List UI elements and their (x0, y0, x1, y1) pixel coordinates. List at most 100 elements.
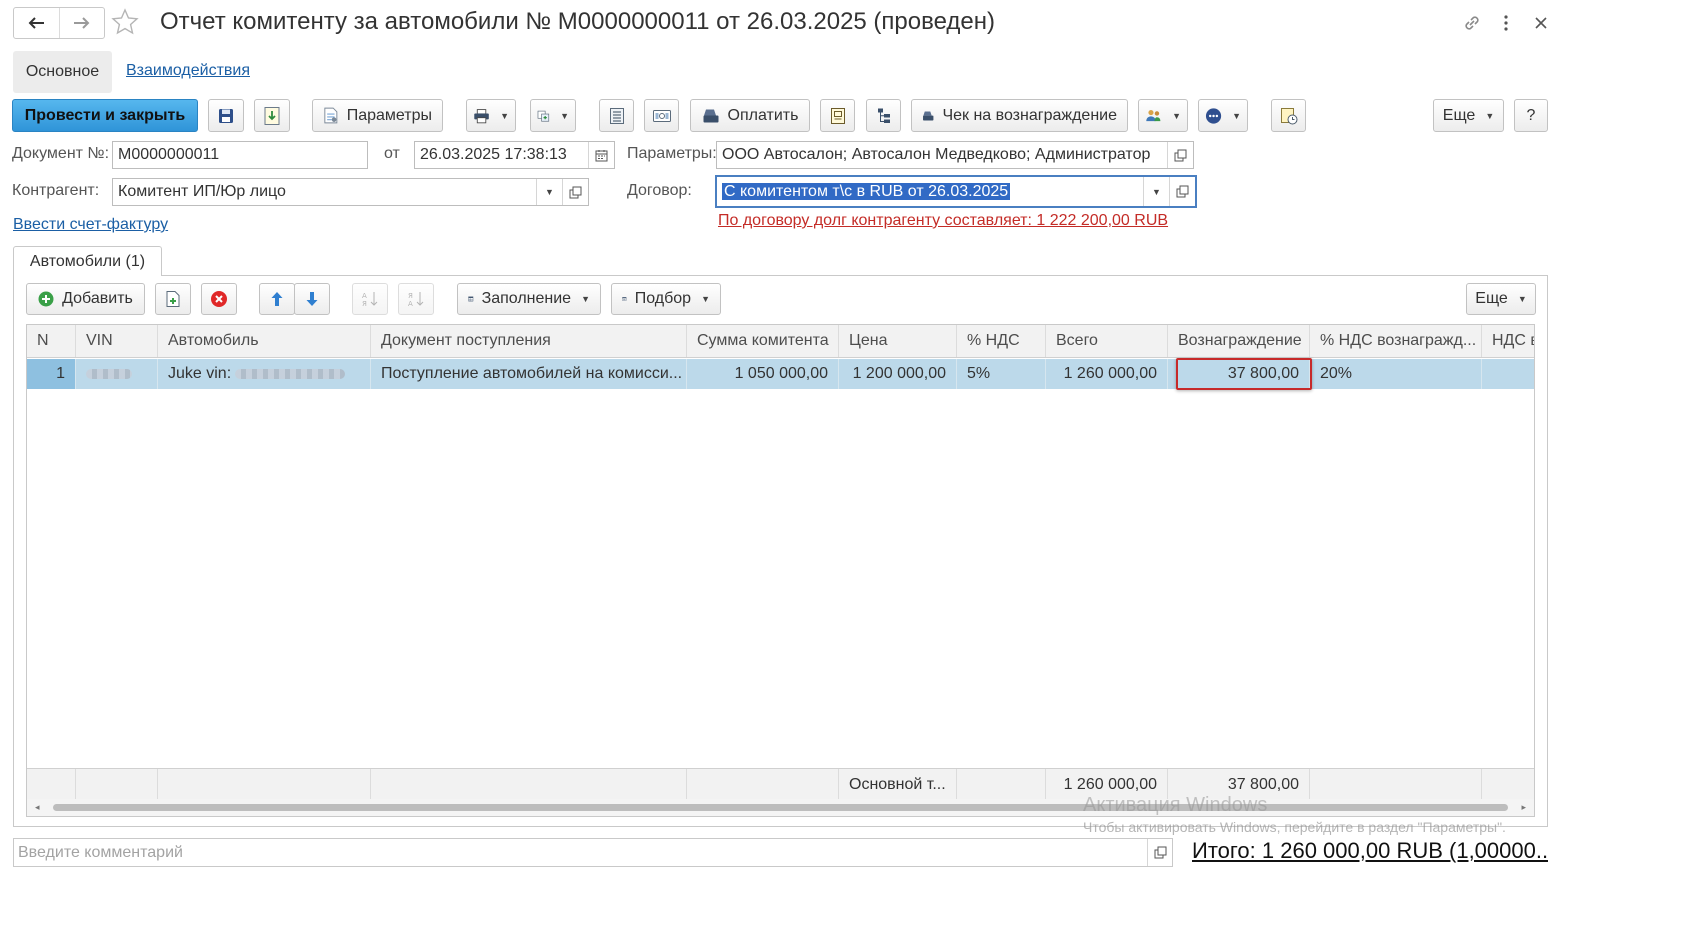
doc-number-label: Документ №: (12, 145, 110, 162)
horizontal-scrollbar[interactable]: ◂ ▸ (27, 799, 1534, 816)
cell-price[interactable]: 1 200 000,00 (839, 359, 957, 389)
fill-menu-button[interactable]: Заполнение ▼ (457, 283, 601, 315)
table-header: N VIN Автомобиль Документ поступления Су… (27, 325, 1534, 358)
svg-text:А: А (408, 300, 413, 308)
sort-asc-button[interactable]: АЯ (352, 283, 388, 315)
add-button[interactable]: Добавить (26, 283, 145, 315)
back-button[interactable] (14, 8, 59, 38)
delete-row-button[interactable] (201, 283, 237, 315)
cars-table[interactable]: N VIN Автомобиль Документ поступления Су… (26, 324, 1535, 817)
dropdown-icon[interactable]: ▼ (536, 179, 562, 205)
cell-n[interactable]: 1 (27, 359, 76, 389)
cell-car[interactable]: Juke vin: (158, 359, 371, 389)
cell-vat-pct[interactable]: 5% (957, 359, 1046, 389)
cell-vat-in[interactable] (1482, 359, 1534, 389)
more-vertical-icon[interactable] (1493, 10, 1519, 36)
chevron-down-icon: ▼ (1485, 110, 1495, 121)
column-header-n[interactable]: N (27, 325, 76, 357)
enter-invoice-link[interactable]: Ввести счет-фактуру (13, 216, 168, 234)
move-up-button[interactable] (259, 283, 295, 315)
scroll-left-icon[interactable]: ◂ (35, 802, 40, 813)
column-header-committent-sum[interactable]: Сумма комитента (687, 325, 839, 357)
contract-field[interactable]: С комитентом т\с в RUB от 26.03.2025 ▼ (715, 175, 1197, 208)
save-icon (219, 108, 233, 123)
sort-desc-button[interactable]: ЯА (398, 283, 434, 315)
date-field[interactable]: 26.03.2025 17:38:13 (414, 141, 615, 169)
tab-interactions[interactable]: Взаимодействия (126, 62, 250, 80)
forward-button[interactable] (58, 8, 105, 38)
cash-register-button[interactable] (644, 99, 679, 132)
column-header-reward[interactable]: Вознаграждение (1168, 325, 1310, 357)
document-history-icon (1280, 107, 1297, 124)
tab-main[interactable]: Основное (13, 51, 112, 93)
open-icon[interactable] (1147, 839, 1172, 866)
link-icon[interactable] (1459, 10, 1485, 36)
users-menu-button[interactable]: ▼ (1138, 99, 1188, 132)
chevron-down-icon: ▼ (500, 110, 509, 121)
date-label: от (384, 145, 400, 162)
selection-button-label: Подбор (634, 290, 692, 307)
column-header-total[interactable]: Всего (1046, 325, 1168, 357)
open-icon[interactable] (1167, 142, 1193, 168)
svg-text:Я: Я (408, 292, 413, 300)
journal-button[interactable] (599, 99, 634, 132)
cell-vin[interactable] (76, 359, 158, 389)
structure-button[interactable] (866, 99, 901, 132)
users-icon (1146, 109, 1161, 121)
windows-activation-title: Активация Windows (1083, 794, 1268, 816)
dropdown-icon[interactable]: ▼ (1143, 177, 1169, 206)
column-header-car[interactable]: Автомобиль (158, 325, 371, 357)
reward-receipt-button[interactable]: Чек на вознаграждение (911, 99, 1128, 132)
sort-descending-icon: ЯА (408, 292, 424, 308)
arrow-down-icon (306, 292, 318, 306)
column-header-price[interactable]: Цена (839, 325, 957, 357)
print-menu-button[interactable]: ▼ (466, 99, 516, 132)
scrollbar-thumb[interactable] (53, 804, 1508, 811)
more-actions-menu-button[interactable]: ▼ (1198, 99, 1248, 132)
reports-button[interactable] (820, 99, 855, 132)
fill-table-icon (468, 296, 474, 302)
cell-receipt-doc[interactable]: Поступление автомобилей на комисси... (371, 359, 687, 389)
post-and-close-button[interactable]: Провести и закрыть (12, 99, 198, 132)
footer-cell (371, 769, 687, 801)
save-button[interactable] (208, 99, 244, 132)
calendar-icon[interactable] (588, 142, 614, 168)
tab-cars[interactable]: Автомобили (1) (13, 246, 162, 276)
footer-cell (158, 769, 371, 801)
chevron-down-icon: ▼ (560, 110, 569, 121)
move-down-button[interactable] (294, 283, 330, 315)
help-button[interactable]: ? (1514, 99, 1548, 132)
cell-committent-sum[interactable]: 1 050 000,00 (687, 359, 839, 389)
create-based-on-button[interactable]: ▼ (530, 99, 576, 132)
history-button[interactable] (1271, 99, 1306, 132)
counterparty-field[interactable]: Комитент ИП/Юр лицо ▼ (112, 178, 589, 206)
cash-register-icon (652, 109, 671, 122)
post-button[interactable] (254, 99, 290, 132)
more-button[interactable]: Еще ▼ (1433, 99, 1504, 132)
column-header-vat-pct[interactable]: % НДС (957, 325, 1046, 357)
comment-field[interactable]: Введите комментарий (13, 838, 1173, 867)
close-icon[interactable] (1528, 10, 1554, 36)
svg-text:Я: Я (362, 300, 367, 308)
open-icon[interactable] (1169, 177, 1195, 206)
doc-number-field[interactable]: M0000000011 (112, 141, 368, 169)
debt-warning-link[interactable]: По договору долг контрагенту составляет:… (718, 212, 1168, 230)
params-field[interactable]: ООО Автосалон; Автосалон Медведково; Адм… (716, 141, 1194, 169)
column-header-reward-vat-pct[interactable]: % НДС вознагражд... (1310, 325, 1482, 357)
favorite-star-icon[interactable] (110, 7, 140, 37)
cell-total[interactable]: 1 260 000,00 (1046, 359, 1168, 389)
document-total-link[interactable]: Итого: 1 260 000,00 RUB (1,00000... (1192, 838, 1548, 864)
open-icon[interactable] (562, 179, 588, 205)
cell-reward-vat-pct[interactable]: 20% (1310, 359, 1482, 389)
scroll-right-icon[interactable]: ▸ (1521, 802, 1526, 813)
arrow-right-icon (73, 17, 90, 29)
parameters-button[interactable]: Параметры (312, 99, 443, 132)
copy-row-button[interactable] (155, 283, 191, 315)
table-more-button[interactable]: Еще ▼ (1466, 283, 1536, 315)
pay-button[interactable]: Оплатить (690, 99, 810, 132)
selection-menu-button[interactable]: Подбор ▼ (611, 283, 721, 315)
column-header-vin[interactable]: VIN (76, 325, 158, 357)
column-header-receipt-doc[interactable]: Документ поступления (371, 325, 687, 357)
params-value: ООО Автосалон; Автосалон Медведково; Адм… (722, 146, 1151, 163)
column-header-vat-in[interactable]: НДС в (1482, 325, 1534, 357)
